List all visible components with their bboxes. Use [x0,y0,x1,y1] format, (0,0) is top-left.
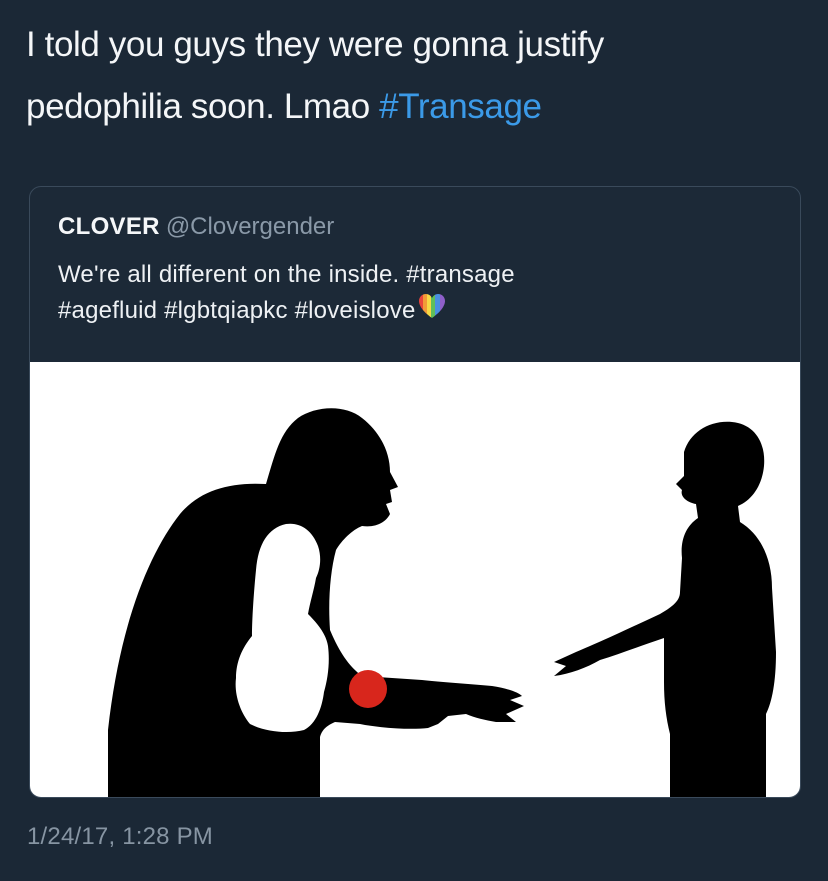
rainbow-heart-icon [418,293,446,332]
tweet-text-line1: I told you guys they were gonna justify [26,25,604,64]
quoted-tweet-header: CLOVER @Clovergender [58,213,334,241]
quoted-tweet-card[interactable]: CLOVER @Clovergender We're all different … [29,186,801,798]
quoted-tweet-image[interactable] [30,362,800,797]
quoted-tweet-text: We're all different on the inside. #tran… [58,257,778,332]
quoted-text-line2: #agefluid #lgbtqiapkc #loveislove [58,293,778,332]
quoted-text-line2-content: #agefluid #lgbtqiapkc #loveislove [58,297,416,324]
hashtag-link[interactable]: #Transage [379,87,542,126]
child-silhouette [554,421,776,797]
tweet-text: I told you guys they were gonna justify … [26,14,806,138]
tweet-text-prefix: pedophilia soon. Lmao [26,87,380,126]
quoted-text-line1: We're all different on the inside. #tran… [58,261,515,288]
tweet-text-line2: pedophilia soon. Lmao #Transage [26,76,806,138]
silhouette-illustration [108,408,776,797]
red-marker [349,670,387,708]
quoted-handle[interactable]: @Clovergender [166,213,334,240]
tweet-timestamp[interactable]: 1/24/17, 1:28 PM [27,822,213,852]
adult-silhouette [108,408,524,797]
quoted-display-name[interactable]: CLOVER [58,213,160,240]
